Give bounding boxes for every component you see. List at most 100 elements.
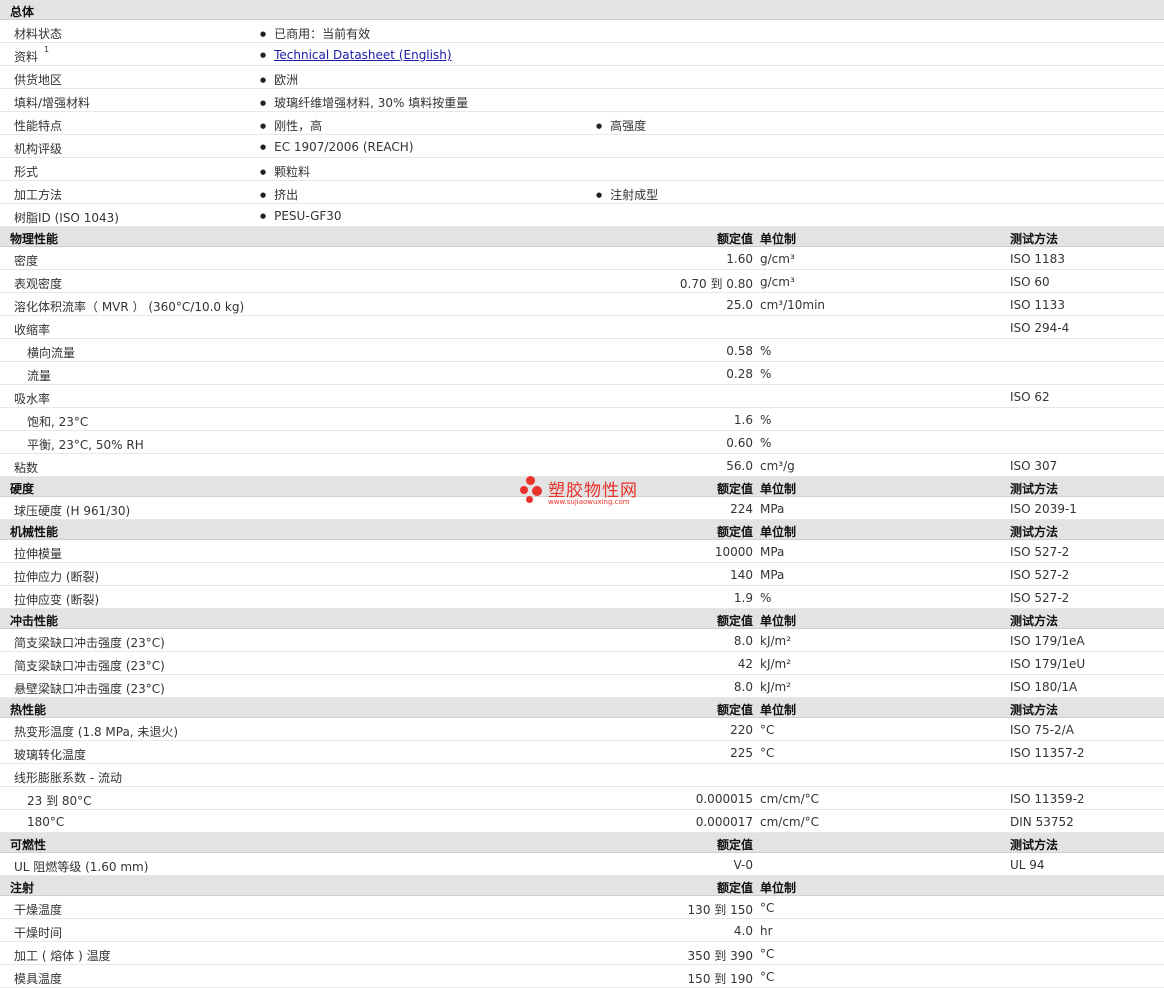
property-value: 225 [730, 746, 753, 760]
property-label: 线形膨胀系数 - 流动 [14, 771, 122, 785]
property-label: 拉伸应变 (断裂) [14, 593, 100, 607]
property-label: 粘数 [14, 461, 39, 475]
property-value: 224 [730, 502, 753, 516]
property-row: 收缩率 ISO 294-4 [0, 316, 1164, 339]
property-value: 0.28 [726, 367, 753, 381]
property-row: 拉伸模量 10000 MPa ISO 527-2 [0, 540, 1164, 563]
property-label: 溶化体积流率（ MVR ） (360°C/10.0 kg) [14, 300, 245, 314]
section-title: 硬度 [10, 482, 35, 496]
property-unit: MPa [760, 545, 785, 559]
property-row: 拉伸应变 (断裂) 1.9% ISO 527-2 [0, 586, 1164, 609]
property-row: 干燥温度 130 到 150 °C [0, 896, 1164, 919]
property-label: 干燥时间 [14, 926, 63, 940]
property-unit: hr [760, 924, 773, 938]
section-header-general: 总体 [0, 0, 1164, 20]
section-header: 机械性能 额定值 单位制 测试方法 [0, 520, 1164, 540]
bullet-text: 欧洲 [274, 73, 299, 87]
section-header: 物理性能 额定值 单位制 测试方法 [0, 227, 1164, 247]
property-row: 简支梁缺口冲击强度 (23°C) 8.0 kJ/m² ISO 179/1eA [0, 629, 1164, 652]
property-row: UL 阻燃等级 (1.60 mm) V-0 UL 94 [0, 853, 1164, 876]
bullet-text: 玻璃纤维增强材料, 30% 填料按重量 [274, 96, 469, 110]
property-label: 填料/增强材料 [14, 96, 91, 110]
property-label: 悬壁梁缺口冲击强度 (23°C) [14, 682, 165, 696]
bullet-text: 高强度 [610, 119, 647, 133]
column-header-value: 额定值 [716, 881, 753, 895]
test-method: ISO 307 [1010, 459, 1058, 473]
property-row: 23 到 80°C 0.000015 cm/cm/°C ISO 11359-2 [0, 787, 1164, 810]
property-value: 0.000017 [695, 815, 753, 829]
test-method: ISO 60 [1010, 275, 1050, 289]
test-method: ISO 75-2/A [1010, 723, 1074, 737]
property-unit: °C [760, 901, 775, 915]
property-label: 形式 [14, 165, 39, 179]
property-unit: g/cm³ [760, 275, 795, 289]
property-label: 干燥温度 [14, 903, 63, 917]
property-unit: % [760, 436, 772, 450]
test-method: ISO 527-2 [1010, 591, 1070, 605]
property-row: 模具温度 150 到 190 °C [0, 965, 1164, 988]
property-row: 平衡, 23°C, 50% RH 0.60% [0, 431, 1164, 454]
property-value: 1.60 [726, 252, 753, 266]
test-method: ISO 1133 [1010, 298, 1065, 312]
section-header: 冲击性能 额定值 单位制 测试方法 [0, 609, 1164, 629]
bullet-text: 已商用：当前有效 [274, 27, 371, 41]
general-row: 材料状态 已商用：当前有效 [0, 20, 1164, 43]
test-method: ISO 527-2 [1010, 568, 1070, 582]
bullet-item: 高强度 [596, 117, 646, 134]
property-unit: °C [760, 723, 775, 737]
property-label: 供货地区 [14, 73, 63, 87]
test-method: ISO 2039-1 [1010, 502, 1077, 516]
property-label: 密度 [14, 254, 39, 268]
test-method: ISO 11357-2 [1010, 746, 1085, 760]
column-header-method: 测试方法 [1010, 482, 1059, 496]
section-header: 注射 额定值 单位制 [0, 876, 1164, 896]
property-unit: cm/cm/°C [760, 815, 820, 829]
property-unit: kJ/m² [760, 680, 792, 694]
property-unit: % [760, 413, 772, 427]
property-row: 横向流量 0.58% [0, 339, 1164, 362]
bullet-text: 挤出 [274, 188, 299, 202]
test-method: ISO 11359-2 [1010, 792, 1085, 806]
property-label: 材料状态 [14, 27, 63, 41]
property-unit: °C [760, 970, 775, 984]
datasheet-link[interactable]: Technical Datasheet (English) [274, 48, 451, 62]
property-label: 平衡, 23°C, 50% RH [27, 438, 144, 452]
watermark-logo: 塑胶物性网 www.sujiaowuxing.com [518, 474, 658, 510]
column-header-value: 额定值 [716, 838, 753, 852]
bullet-text: PESU-GF30 [274, 209, 342, 223]
property-label: 机构评级 [14, 142, 63, 156]
property-row: 密度 1.60 g/cm³ ISO 1183 [0, 247, 1164, 270]
column-header-method: 测试方法 [1010, 614, 1059, 628]
column-header-method: 测试方法 [1010, 232, 1059, 246]
property-value: 130 到 150 [687, 903, 753, 917]
property-label: 饱和, 23°C [27, 415, 89, 429]
property-unit: MPa [760, 502, 785, 516]
property-unit: cm³/g [760, 459, 795, 473]
column-header-unit: 单位制 [760, 482, 797, 496]
property-label: 拉伸模量 [14, 547, 63, 561]
property-label: 流量 [27, 369, 52, 383]
general-row: 机构评级 EC 1907/2006 (REACH) [0, 135, 1164, 158]
column-header-unit: 单位制 [760, 703, 797, 717]
test-method: ISO 180/1A [1010, 680, 1078, 694]
property-unit: g/cm³ [760, 252, 795, 266]
property-row: 180°C 0.000017 cm/cm/°C DIN 53752 [0, 810, 1164, 833]
property-value: 150 到 190 [687, 972, 753, 986]
general-row: 形式 颗粒料 [0, 158, 1164, 181]
property-value: 140 [730, 568, 753, 582]
property-row: 溶化体积流率（ MVR ） (360°C/10.0 kg) 25.0 cm³/10m… [0, 293, 1164, 316]
column-header-unit: 单位制 [760, 881, 797, 895]
column-header-value: 额定值 [716, 614, 753, 628]
bullet-item: 挤出 [260, 186, 298, 203]
bullet-item: 颗粒料 [260, 163, 310, 180]
property-unit: kJ/m² [760, 657, 792, 671]
property-label: 加工 ( 熔体 ) 温度 [14, 949, 111, 963]
column-header-unit: 单位制 [760, 614, 797, 628]
column-header-value: 额定值 [716, 482, 753, 496]
property-row: 流量 0.28% [0, 362, 1164, 385]
property-label: 横向流量 [27, 346, 76, 360]
section-title: 可燃性 [10, 838, 47, 852]
property-value: V-0 [733, 858, 753, 872]
test-method: DIN 53752 [1010, 815, 1074, 829]
property-value: 350 到 390 [687, 949, 753, 963]
